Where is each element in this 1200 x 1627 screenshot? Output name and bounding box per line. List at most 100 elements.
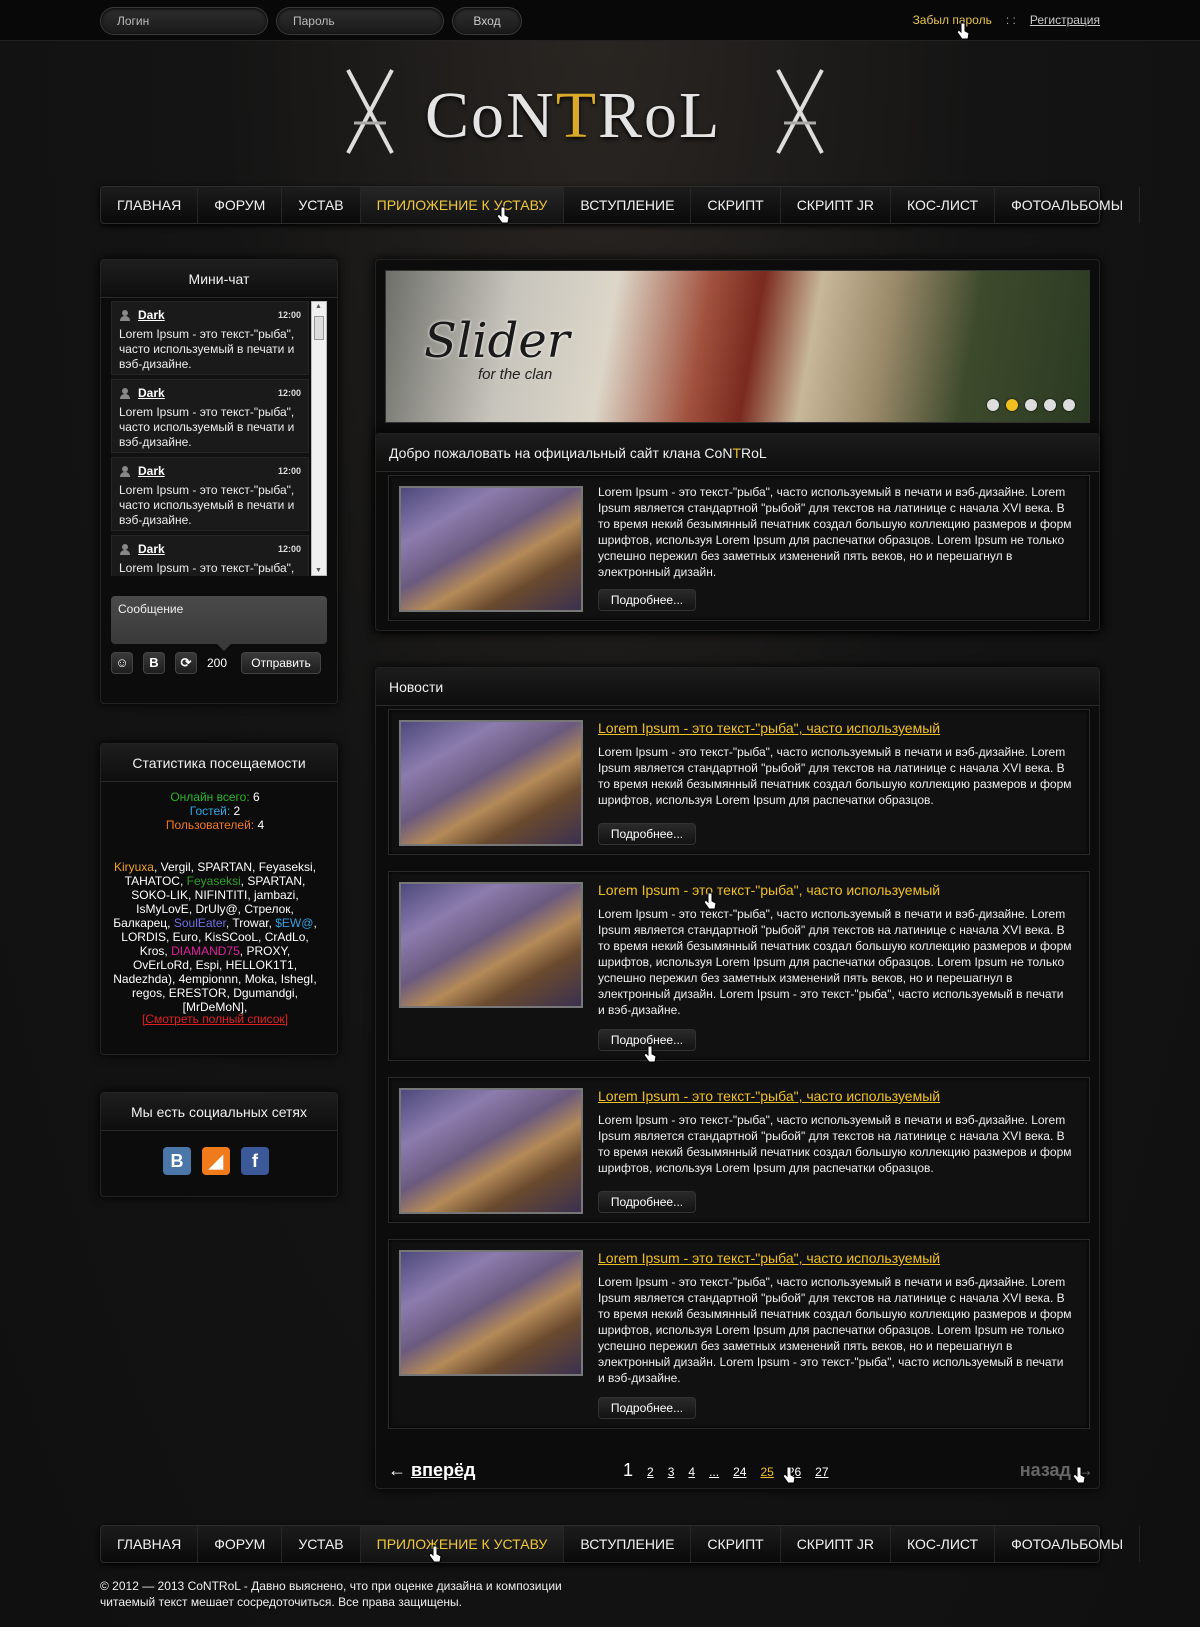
news-image[interactable] <box>399 720 583 846</box>
online-user-link[interactable]: LORDIS <box>121 930 166 944</box>
slider-dot[interactable] <box>1063 399 1075 411</box>
more-button[interactable]: Подробнее... <box>598 589 696 611</box>
scroll-down-icon[interactable]: ▼ <box>315 567 322 574</box>
login-input[interactable]: Логин <box>100 7 268 35</box>
more-button[interactable]: Подробнее... <box>598 1191 696 1213</box>
image-slider[interactable]: Slider for the clan <box>385 270 1090 423</box>
nav-item[interactable]: КОС-ЛИСТ <box>891 187 996 223</box>
online-user-link[interactable]: Стрелок <box>244 902 290 916</box>
online-user-link[interactable]: SPARTAN <box>197 860 252 874</box>
online-user-link[interactable]: Балкарец <box>113 916 167 930</box>
facebook-icon[interactable]: f <box>241 1147 269 1175</box>
nav-item[interactable]: СКРИПТ JR <box>781 187 891 223</box>
slider-dot[interactable] <box>1006 399 1018 411</box>
slider-dot[interactable] <box>1044 399 1056 411</box>
online-user-link[interactable]: HELLOK1T1 <box>226 958 294 972</box>
online-user-link[interactable]: IshegI <box>281 972 314 986</box>
more-button[interactable]: Подробнее... <box>598 823 696 845</box>
page-link[interactable]: 25 <box>760 1465 773 1479</box>
online-user-link[interactable]: Feyaseksi <box>187 874 241 888</box>
online-user-link[interactable]: ERESTOR <box>169 986 227 1000</box>
site-logo[interactable]: CoNTRoL <box>340 60 860 165</box>
online-user-link[interactable]: IsMyLovE <box>136 902 189 916</box>
send-button[interactable]: Отправить <box>241 652 321 674</box>
nav-item[interactable]: СКРИПТ JR <box>781 1526 891 1562</box>
rss-icon[interactable]: ◢ <box>202 1147 230 1175</box>
online-user-link[interactable]: Vergil <box>161 860 191 874</box>
nav-item[interactable]: УСТАВ <box>282 187 361 223</box>
online-user-link[interactable]: Espi <box>196 958 219 972</box>
register-link[interactable]: Регистрация <box>1030 13 1100 27</box>
nav-item[interactable]: СКРИПТ <box>691 187 781 223</box>
slider-dot[interactable] <box>987 399 999 411</box>
message-input[interactable]: Сообщение <box>111 596 327 651</box>
online-user-link[interactable]: NIFINTITI <box>195 888 248 902</box>
login-button[interactable]: Вход <box>452 7 522 35</box>
scroll-up-icon[interactable]: ▲ <box>315 303 322 310</box>
page-link[interactable]: 4 <box>688 1465 695 1479</box>
online-user-link[interactable]: regos <box>132 986 162 1000</box>
page-link[interactable]: 3 <box>668 1465 675 1479</box>
news-title-link[interactable]: Lorem Ipsum - это текст-"рыба", часто ис… <box>598 720 940 736</box>
online-user-link[interactable]: Euro <box>173 930 198 944</box>
slider-dot[interactable] <box>1025 399 1037 411</box>
online-user-link[interactable]: Dgumandgi <box>233 986 294 1000</box>
online-user-link[interactable]: SPARTAN <box>247 874 302 888</box>
online-user-link[interactable]: DrUly@ <box>195 902 237 916</box>
nav-item[interactable]: ПРИЛОЖЕНИЕ К УСТАВУ <box>360 187 565 223</box>
online-user-link[interactable]: PROXY <box>246 944 286 958</box>
nav-item[interactable]: ВСТУПЛЕНИЕ <box>564 1526 692 1562</box>
online-user-link[interactable]: Kiryuxa <box>114 860 154 874</box>
chat-scrollbar[interactable]: ▲ ▼ <box>311 301 327 576</box>
online-user-link[interactable]: DIAMAND75 <box>171 944 240 958</box>
nav-item[interactable]: ГЛАВНАЯ <box>101 1526 199 1562</box>
online-user-link[interactable]: OvErLoRd <box>133 958 189 972</box>
news-title-link[interactable]: Lorem Ipsum - это текст-"рыба", часто ис… <box>598 1250 940 1266</box>
bold-button[interactable]: B <box>143 652 165 674</box>
online-user-link[interactable]: SoulEater <box>174 916 226 930</box>
nav-item[interactable]: ВСТУПЛЕНИЕ <box>564 187 692 223</box>
nav-item[interactable]: СКРИПТ <box>691 1526 781 1562</box>
chat-username[interactable]: Dark <box>138 386 278 400</box>
online-user-link[interactable]: Feyaseksi <box>259 860 313 874</box>
news-image[interactable] <box>399 1088 583 1214</box>
page-link[interactable]: 2 <box>647 1465 654 1479</box>
news-image[interactable] <box>399 1250 583 1376</box>
full-list-link[interactable]: [Смотреть полный список] <box>101 1012 329 1026</box>
nav-item[interactable]: ФОРУМ <box>198 187 283 223</box>
vkontakte-icon[interactable]: B <box>163 1147 191 1175</box>
news-title-link[interactable]: Lorem Ipsum - это текст-"рыба", часто ис… <box>598 882 940 898</box>
refresh-icon[interactable]: ⟳ <box>175 652 197 674</box>
forgot-password-link[interactable]: Забыл пароль <box>913 13 992 27</box>
online-user-link[interactable]: CrAdLo <box>265 930 306 944</box>
smiley-icon[interactable]: ☺ <box>111 652 133 674</box>
online-user-link[interactable]: Kros <box>140 944 165 958</box>
online-user-link[interactable]: SOKO-LIK <box>131 888 188 902</box>
nav-item[interactable]: ГЛАВНАЯ <box>101 187 199 223</box>
password-input[interactable]: Пароль <box>276 7 444 35</box>
nav-item[interactable]: ФОТОАЛЬБОМЫ <box>995 1526 1141 1562</box>
scroll-thumb[interactable] <box>314 316 324 340</box>
online-user-link[interactable]: TAHATOC <box>125 874 180 888</box>
nav-item[interactable]: КОС-ЛИСТ <box>891 1526 996 1562</box>
page-link[interactable]: 24 <box>733 1465 746 1479</box>
page-link[interactable]: 1 <box>623 1460 633 1481</box>
more-button[interactable]: Подробнее... <box>598 1397 696 1419</box>
nav-item[interactable]: ФОТОАЛЬБОМЫ <box>995 187 1141 223</box>
online-user-link[interactable]: $EW@ <box>275 916 313 930</box>
nav-item[interactable]: ФОРУМ <box>198 1526 283 1562</box>
nav-item[interactable]: УСТАВ <box>282 1526 361 1562</box>
chat-username[interactable]: Dark <box>138 542 278 556</box>
news-image[interactable] <box>399 882 583 1008</box>
page-link[interactable]: 27 <box>815 1465 828 1479</box>
pager-forward-link[interactable]: ← вперёд <box>388 1460 475 1481</box>
minichat-messages[interactable]: Dark 12:00 Lorem Ipsum - это текст-"рыба",… <box>111 301 309 576</box>
online-user-link[interactable]: Trowar <box>232 916 268 930</box>
online-user-link[interactable]: 4empionnn <box>179 972 238 986</box>
chat-username[interactable]: Dark <box>138 464 278 478</box>
news-title-link[interactable]: Lorem Ipsum - это текст-"рыба", часто ис… <box>598 1088 940 1104</box>
online-user-link[interactable]: jambazi <box>254 888 295 902</box>
nav-item[interactable]: ПРИЛОЖЕНИЕ К УСТАВУ <box>360 1526 565 1562</box>
online-user-link[interactable]: Moka <box>245 972 274 986</box>
chat-username[interactable]: Dark <box>138 308 278 322</box>
